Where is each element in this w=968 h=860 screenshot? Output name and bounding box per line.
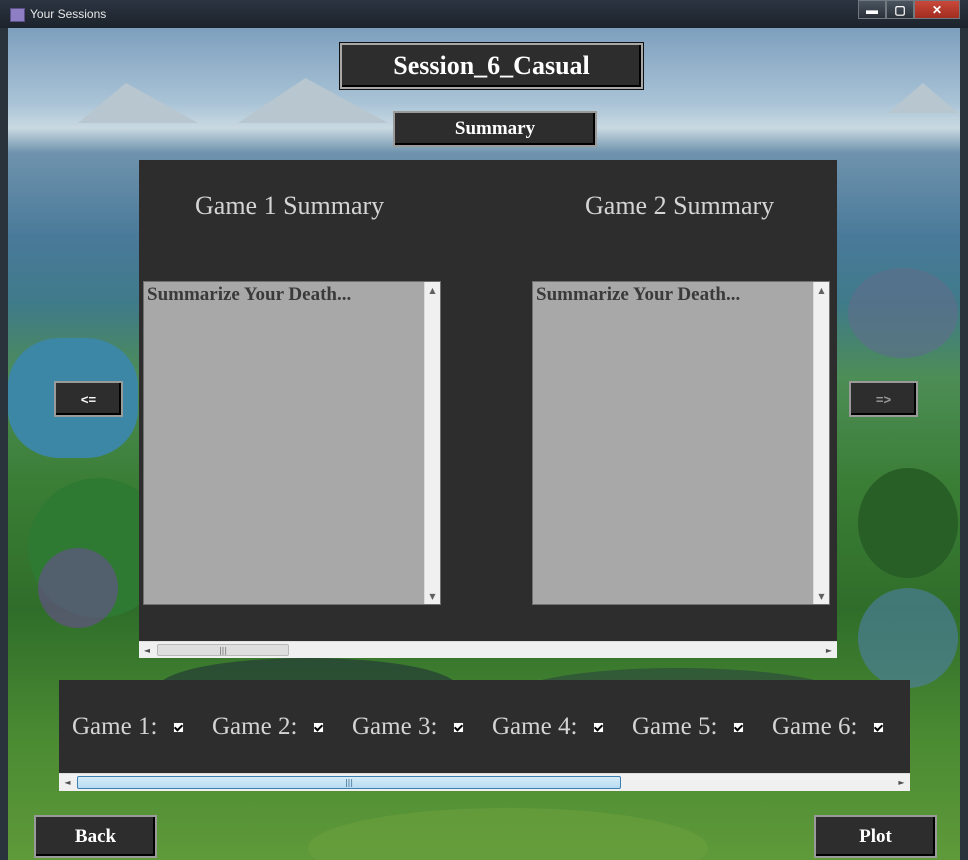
scroll-down-arrow-icon[interactable]: ▼ — [814, 588, 829, 604]
game-option-label: Game 5: — [632, 713, 718, 740]
game-2-summary-scrollbar[interactable]: ▲ ▼ — [813, 282, 829, 604]
game-option-label: Game 3: — [352, 713, 438, 740]
game-1-summary-text[interactable]: Summarize Your Death... — [147, 284, 351, 306]
game-4-checkbox[interactable] — [593, 721, 605, 733]
game-6-checkbox[interactable] — [873, 721, 885, 733]
window-titlebar: Your Sessions ▬ ▢ ✕ — [0, 0, 968, 28]
window-title: Your Sessions — [30, 7, 107, 21]
game-2-summary-heading: Game 2 Summary — [585, 191, 775, 220]
game-option: Game 6: — [772, 713, 885, 741]
game-1-summary-heading: Game 1 Summary — [195, 191, 385, 220]
back-button[interactable]: Back — [34, 815, 157, 858]
next-button[interactable]: => — [849, 381, 918, 417]
games-scroll-thumb[interactable]: ||| — [77, 776, 621, 789]
window-frame-right — [960, 28, 968, 860]
app-icon — [10, 8, 25, 22]
game-option: Game 2: — [212, 713, 325, 741]
summary-button[interactable]: Summary — [393, 111, 597, 147]
window-frame-left — [0, 28, 8, 860]
session-title: Session_6_Casual — [340, 43, 643, 89]
game-option: Game 3: — [352, 713, 465, 741]
maximize-button[interactable]: ▢ — [886, 0, 914, 19]
summary-panel: Game 1 Summary Game 2 Summary Summarize … — [139, 160, 837, 658]
game-2-checkbox[interactable] — [313, 721, 325, 733]
summary-horizontal-scrollbar[interactable]: ◄ ||| ► — [139, 641, 837, 658]
scroll-up-arrow-icon[interactable]: ▲ — [425, 282, 440, 298]
game-option-label: Game 1: — [72, 713, 158, 740]
game-1-summary-textbox[interactable]: Summarize Your Death... ▲ ▼ — [143, 281, 441, 605]
game-3-checkbox[interactable] — [453, 721, 465, 733]
scroll-right-arrow-icon[interactable]: ► — [893, 774, 910, 791]
game-2-summary-text[interactable]: Summarize Your Death... — [536, 284, 740, 306]
games-selection-panel: Game 1: Game 2: Game 3: Game 4: Game 5: … — [59, 680, 910, 791]
minimize-button[interactable]: ▬ — [858, 0, 886, 19]
game-option: Game 4: — [492, 713, 605, 741]
game-option-label: Game 6: — [772, 713, 858, 740]
scroll-right-arrow-icon[interactable]: ► — [821, 642, 837, 658]
scroll-up-arrow-icon[interactable]: ▲ — [814, 282, 829, 298]
scroll-down-arrow-icon[interactable]: ▼ — [425, 588, 440, 604]
plot-button[interactable]: Plot — [814, 815, 937, 858]
game-option: Game 5: — [632, 713, 745, 741]
window-controls: ▬ ▢ ✕ — [858, 0, 960, 20]
games-horizontal-scrollbar[interactable]: ◄ ||| ► — [59, 773, 910, 791]
game-option-label: Game 2: — [212, 713, 298, 740]
previous-button[interactable]: <= — [54, 381, 123, 417]
scroll-left-arrow-icon[interactable]: ◄ — [59, 774, 76, 791]
scroll-left-arrow-icon[interactable]: ◄ — [139, 642, 155, 658]
game-option: Game 1: — [72, 713, 185, 741]
game-1-summary-scrollbar[interactable]: ▲ ▼ — [424, 282, 440, 604]
game-option-label: Game 4: — [492, 713, 578, 740]
game-5-checkbox[interactable] — [733, 721, 745, 733]
summary-scroll-thumb[interactable]: ||| — [157, 644, 289, 656]
game-2-summary-textbox[interactable]: Summarize Your Death... ▲ ▼ — [532, 281, 830, 605]
game-1-checkbox[interactable] — [173, 721, 185, 733]
close-button[interactable]: ✕ — [914, 0, 960, 19]
